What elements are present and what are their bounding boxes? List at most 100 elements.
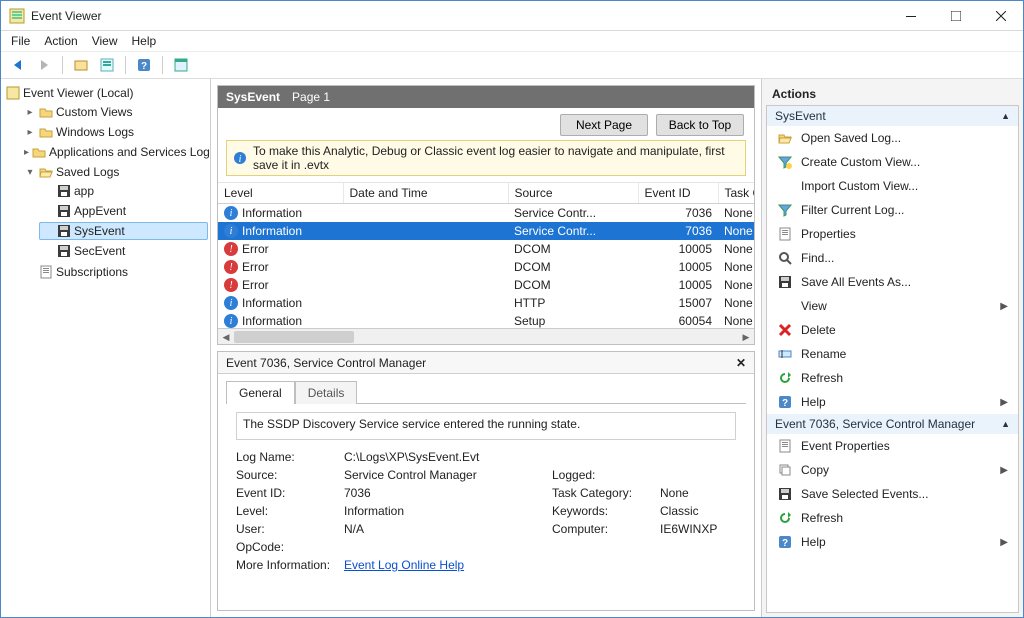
separator: [62, 56, 63, 74]
info-icon: i: [224, 314, 238, 328]
action-item[interactable]: Open Saved Log...: [767, 126, 1018, 150]
blank-icon: [777, 178, 793, 194]
maximize-button[interactable]: [933, 1, 978, 30]
app-window: Event Viewer File Action View Help ?: [0, 0, 1024, 618]
tree-item-label: Saved Logs: [56, 165, 119, 179]
tree-item[interactable]: SecEvent: [39, 242, 208, 260]
tree-root-label: Event Viewer (Local): [23, 86, 134, 100]
toolbar-properties-icon[interactable]: [96, 54, 118, 76]
tree-item[interactable]: ▸Applications and Services Logs: [21, 143, 208, 161]
column-header[interactable]: Source: [508, 183, 638, 204]
logname-value: C:\Logs\XP\SysEvent.Evt: [344, 450, 544, 464]
table-row[interactable]: iInformationService Contr...7036None: [218, 222, 754, 240]
tree-item-label: AppEvent: [74, 204, 126, 218]
logged-label: Logged:: [552, 468, 652, 482]
keywords-label: Keywords:: [552, 504, 652, 518]
horizontal-scrollbar[interactable]: ◀ ▶: [218, 328, 754, 344]
action-item[interactable]: Filter Current Log...: [767, 198, 1018, 222]
action-item[interactable]: ?Help▶: [767, 530, 1018, 554]
action-label: Event Properties: [801, 439, 890, 453]
action-item[interactable]: Create Custom View...: [767, 150, 1018, 174]
table-row[interactable]: !ErrorDCOM10005None: [218, 276, 754, 294]
funnel-icon: [777, 202, 793, 218]
toolbar-console-icon[interactable]: [70, 54, 92, 76]
close-detail-button[interactable]: ✕: [736, 356, 746, 370]
expand-icon[interactable]: ▸: [24, 107, 36, 118]
events-grid[interactable]: LevelDate and TimeSourceEvent IDTask Cat…: [218, 182, 754, 328]
tree-root[interactable]: Event Viewer (Local): [3, 84, 208, 102]
svg-text:?: ?: [141, 61, 147, 72]
folder-icon: [39, 125, 53, 139]
action-item[interactable]: Copy▶: [767, 458, 1018, 482]
action-item[interactable]: Event Properties: [767, 434, 1018, 458]
disk-icon: [57, 204, 71, 218]
tree-item[interactable]: AppEvent: [39, 202, 208, 220]
back-to-top-button[interactable]: Back to Top: [656, 114, 744, 136]
minimize-button[interactable]: [888, 1, 933, 30]
table-row[interactable]: iInformationHTTP15007None: [218, 294, 754, 312]
table-row[interactable]: !ErrorDCOM10005None: [218, 258, 754, 276]
action-item[interactable]: Refresh: [767, 506, 1018, 530]
tree-item[interactable]: ▸Windows Logs: [21, 123, 208, 141]
action-item[interactable]: Import Custom View...: [767, 174, 1018, 198]
action-label: Help: [801, 535, 826, 549]
tab-details[interactable]: Details: [295, 381, 358, 404]
eventid-value: 7036: [344, 486, 544, 500]
menu-view[interactable]: View: [92, 34, 118, 48]
toolbar-help-icon[interactable]: ?: [133, 54, 155, 76]
level-label: Level:: [236, 504, 336, 518]
column-header[interactable]: Level: [218, 183, 343, 204]
collapse-icon[interactable]: ▾: [24, 167, 36, 178]
table-row[interactable]: !ErrorDCOM10005None: [218, 240, 754, 258]
actions-group-event-header[interactable]: Event 7036, Service Control Manager▲: [767, 414, 1018, 434]
menu-action[interactable]: Action: [44, 34, 77, 48]
next-page-button[interactable]: Next Page: [560, 114, 648, 136]
action-item[interactable]: Refresh: [767, 366, 1018, 390]
action-item[interactable]: Properties: [767, 222, 1018, 246]
tree-item[interactable]: app: [39, 182, 208, 200]
scroll-thumb[interactable]: [234, 331, 354, 343]
separator: [162, 56, 163, 74]
tree-item[interactable]: Subscriptions: [21, 263, 208, 281]
log-page: Page 1: [292, 90, 330, 104]
moreinfo-link[interactable]: Event Log Online Help: [344, 558, 464, 572]
scroll-right-button[interactable]: ▶: [738, 329, 754, 345]
action-item[interactable]: Rename: [767, 342, 1018, 366]
forward-button[interactable]: [33, 54, 55, 76]
expand-icon[interactable]: ▸: [24, 147, 29, 158]
expand-icon[interactable]: ▸: [24, 127, 36, 138]
center-pane: SysEvent Page 1 Next Page Back to Top i …: [211, 79, 761, 617]
action-item[interactable]: Delete: [767, 318, 1018, 342]
level-text: Information: [242, 314, 302, 328]
action-item[interactable]: Save Selected Events...: [767, 482, 1018, 506]
column-header[interactable]: Task Cate: [718, 183, 754, 204]
save-icon: [777, 274, 793, 290]
actions-group-sysevent-header[interactable]: SysEvent▲: [767, 106, 1018, 126]
action-item[interactable]: View▶: [767, 294, 1018, 318]
close-button[interactable]: [978, 1, 1023, 30]
level-text: Information: [242, 206, 302, 220]
action-item[interactable]: Find...: [767, 246, 1018, 270]
tree-item-label: Custom Views: [56, 105, 132, 119]
toolbar: ?: [1, 51, 1023, 79]
tab-general[interactable]: General: [226, 381, 295, 404]
info-icon: i: [233, 151, 247, 165]
menu-help[interactable]: Help: [132, 34, 157, 48]
action-item[interactable]: ?Help▶: [767, 390, 1018, 414]
client-area: Event Viewer (Local) ▸ Custom Views ▸Windo…: [1, 79, 1023, 617]
toolbar-preview-icon[interactable]: [170, 54, 192, 76]
back-button[interactable]: [7, 54, 29, 76]
action-label: Open Saved Log...: [801, 131, 901, 145]
table-row[interactable]: iInformationService Contr...7036None: [218, 204, 754, 223]
menu-file[interactable]: File: [11, 34, 30, 48]
keywords-value: Classic: [660, 504, 746, 518]
action-item[interactable]: Save All Events As...: [767, 270, 1018, 294]
column-header[interactable]: Date and Time: [343, 183, 508, 204]
column-header[interactable]: Event ID: [638, 183, 718, 204]
tree-item[interactable]: ▾ Saved Logs: [21, 163, 208, 181]
tree-item[interactable]: ▸ Custom Views: [21, 103, 208, 121]
expand-icon[interactable]: [24, 267, 36, 278]
scroll-left-button[interactable]: ◀: [218, 329, 234, 345]
tree-item[interactable]: SysEvent: [39, 222, 208, 240]
table-row[interactable]: iInformationSetup60054None: [218, 312, 754, 328]
